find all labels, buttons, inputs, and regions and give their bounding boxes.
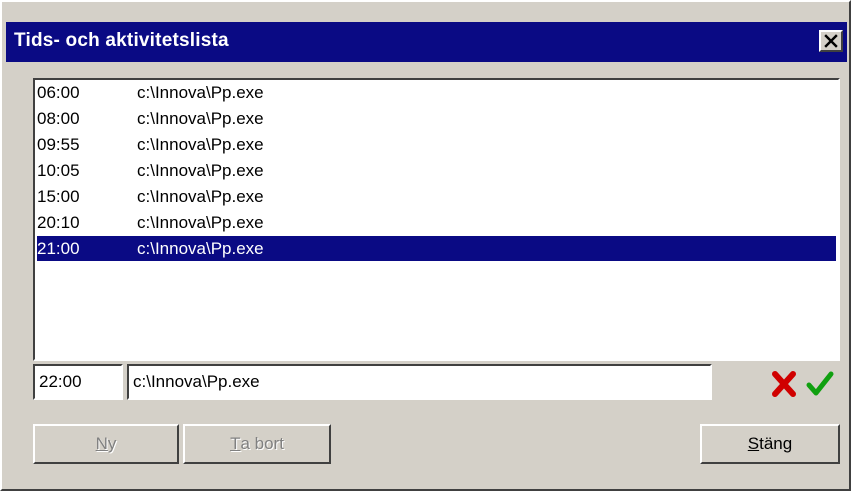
list-item-path: c:\Innova\Pp.exe	[137, 135, 264, 154]
list-item-time: 09:55	[37, 135, 80, 154]
list-item-time: 21:00	[37, 239, 80, 258]
list-item-time: 15:00	[37, 187, 80, 206]
path-input[interactable]	[127, 364, 712, 400]
list-item-path: c:\Innova\Pp.exe	[137, 187, 264, 206]
delete-button-label: a bort	[240, 434, 284, 453]
list-item[interactable]: 15:00 c:\Innova\Pp.exe	[37, 184, 836, 209]
activity-listbox[interactable]: 06:00 c:\Innova\Pp.exe 08:00 c:\Innova\P…	[33, 78, 840, 361]
dialog-window: Tids- och aktivitetslista 06:00 c:\Innov…	[0, 0, 851, 491]
list-item-selected[interactable]: 21:00 c:\Innova\Pp.exe	[37, 236, 836, 261]
green-check-icon	[806, 371, 834, 396]
list-item[interactable]: 08:00 c:\Innova\Pp.exe	[37, 106, 836, 131]
red-x-icon	[772, 371, 796, 397]
list-item-path: c:\Innova\Pp.exe	[137, 109, 264, 128]
delete-button-accel: T	[230, 434, 241, 453]
new-button-accel: N	[95, 434, 108, 453]
close-button-accel: S	[747, 434, 760, 453]
list-item-time: 06:00	[37, 83, 80, 102]
list-item-time: 08:00	[37, 109, 80, 128]
close-icon	[824, 34, 838, 48]
list-item-time: 10:05	[37, 161, 80, 180]
list-item-path: c:\Innova\Pp.exe	[137, 83, 264, 102]
list-item[interactable]: 06:00 c:\Innova\Pp.exe	[37, 80, 836, 105]
list-item[interactable]: 10:05 c:\Innova\Pp.exe	[37, 158, 836, 183]
window-title: Tids- och aktivitetslista	[14, 30, 229, 51]
confirm-edit-button[interactable]	[802, 366, 838, 402]
close-button-label: täng	[759, 434, 793, 453]
new-button[interactable]: Ny	[33, 424, 179, 464]
list-item[interactable]: 09:55 c:\Innova\Pp.exe	[37, 132, 836, 157]
delete-button[interactable]: Ta bort	[183, 424, 331, 464]
list-item[interactable]: 20:10 c:\Innova\Pp.exe	[37, 210, 836, 235]
list-item-path: c:\Innova\Pp.exe	[137, 213, 264, 232]
close-dialog-button[interactable]: Stäng	[700, 424, 840, 464]
close-button[interactable]	[819, 30, 843, 52]
cancel-edit-button[interactable]	[766, 366, 802, 402]
list-item-path: c:\Innova\Pp.exe	[137, 239, 264, 258]
new-button-label: y	[107, 434, 117, 453]
time-input[interactable]	[33, 364, 123, 400]
title-bar[interactable]: Tids- och aktivitetslista	[6, 22, 847, 62]
list-item-time: 20:10	[37, 213, 80, 232]
list-item-path: c:\Innova\Pp.exe	[137, 161, 264, 180]
